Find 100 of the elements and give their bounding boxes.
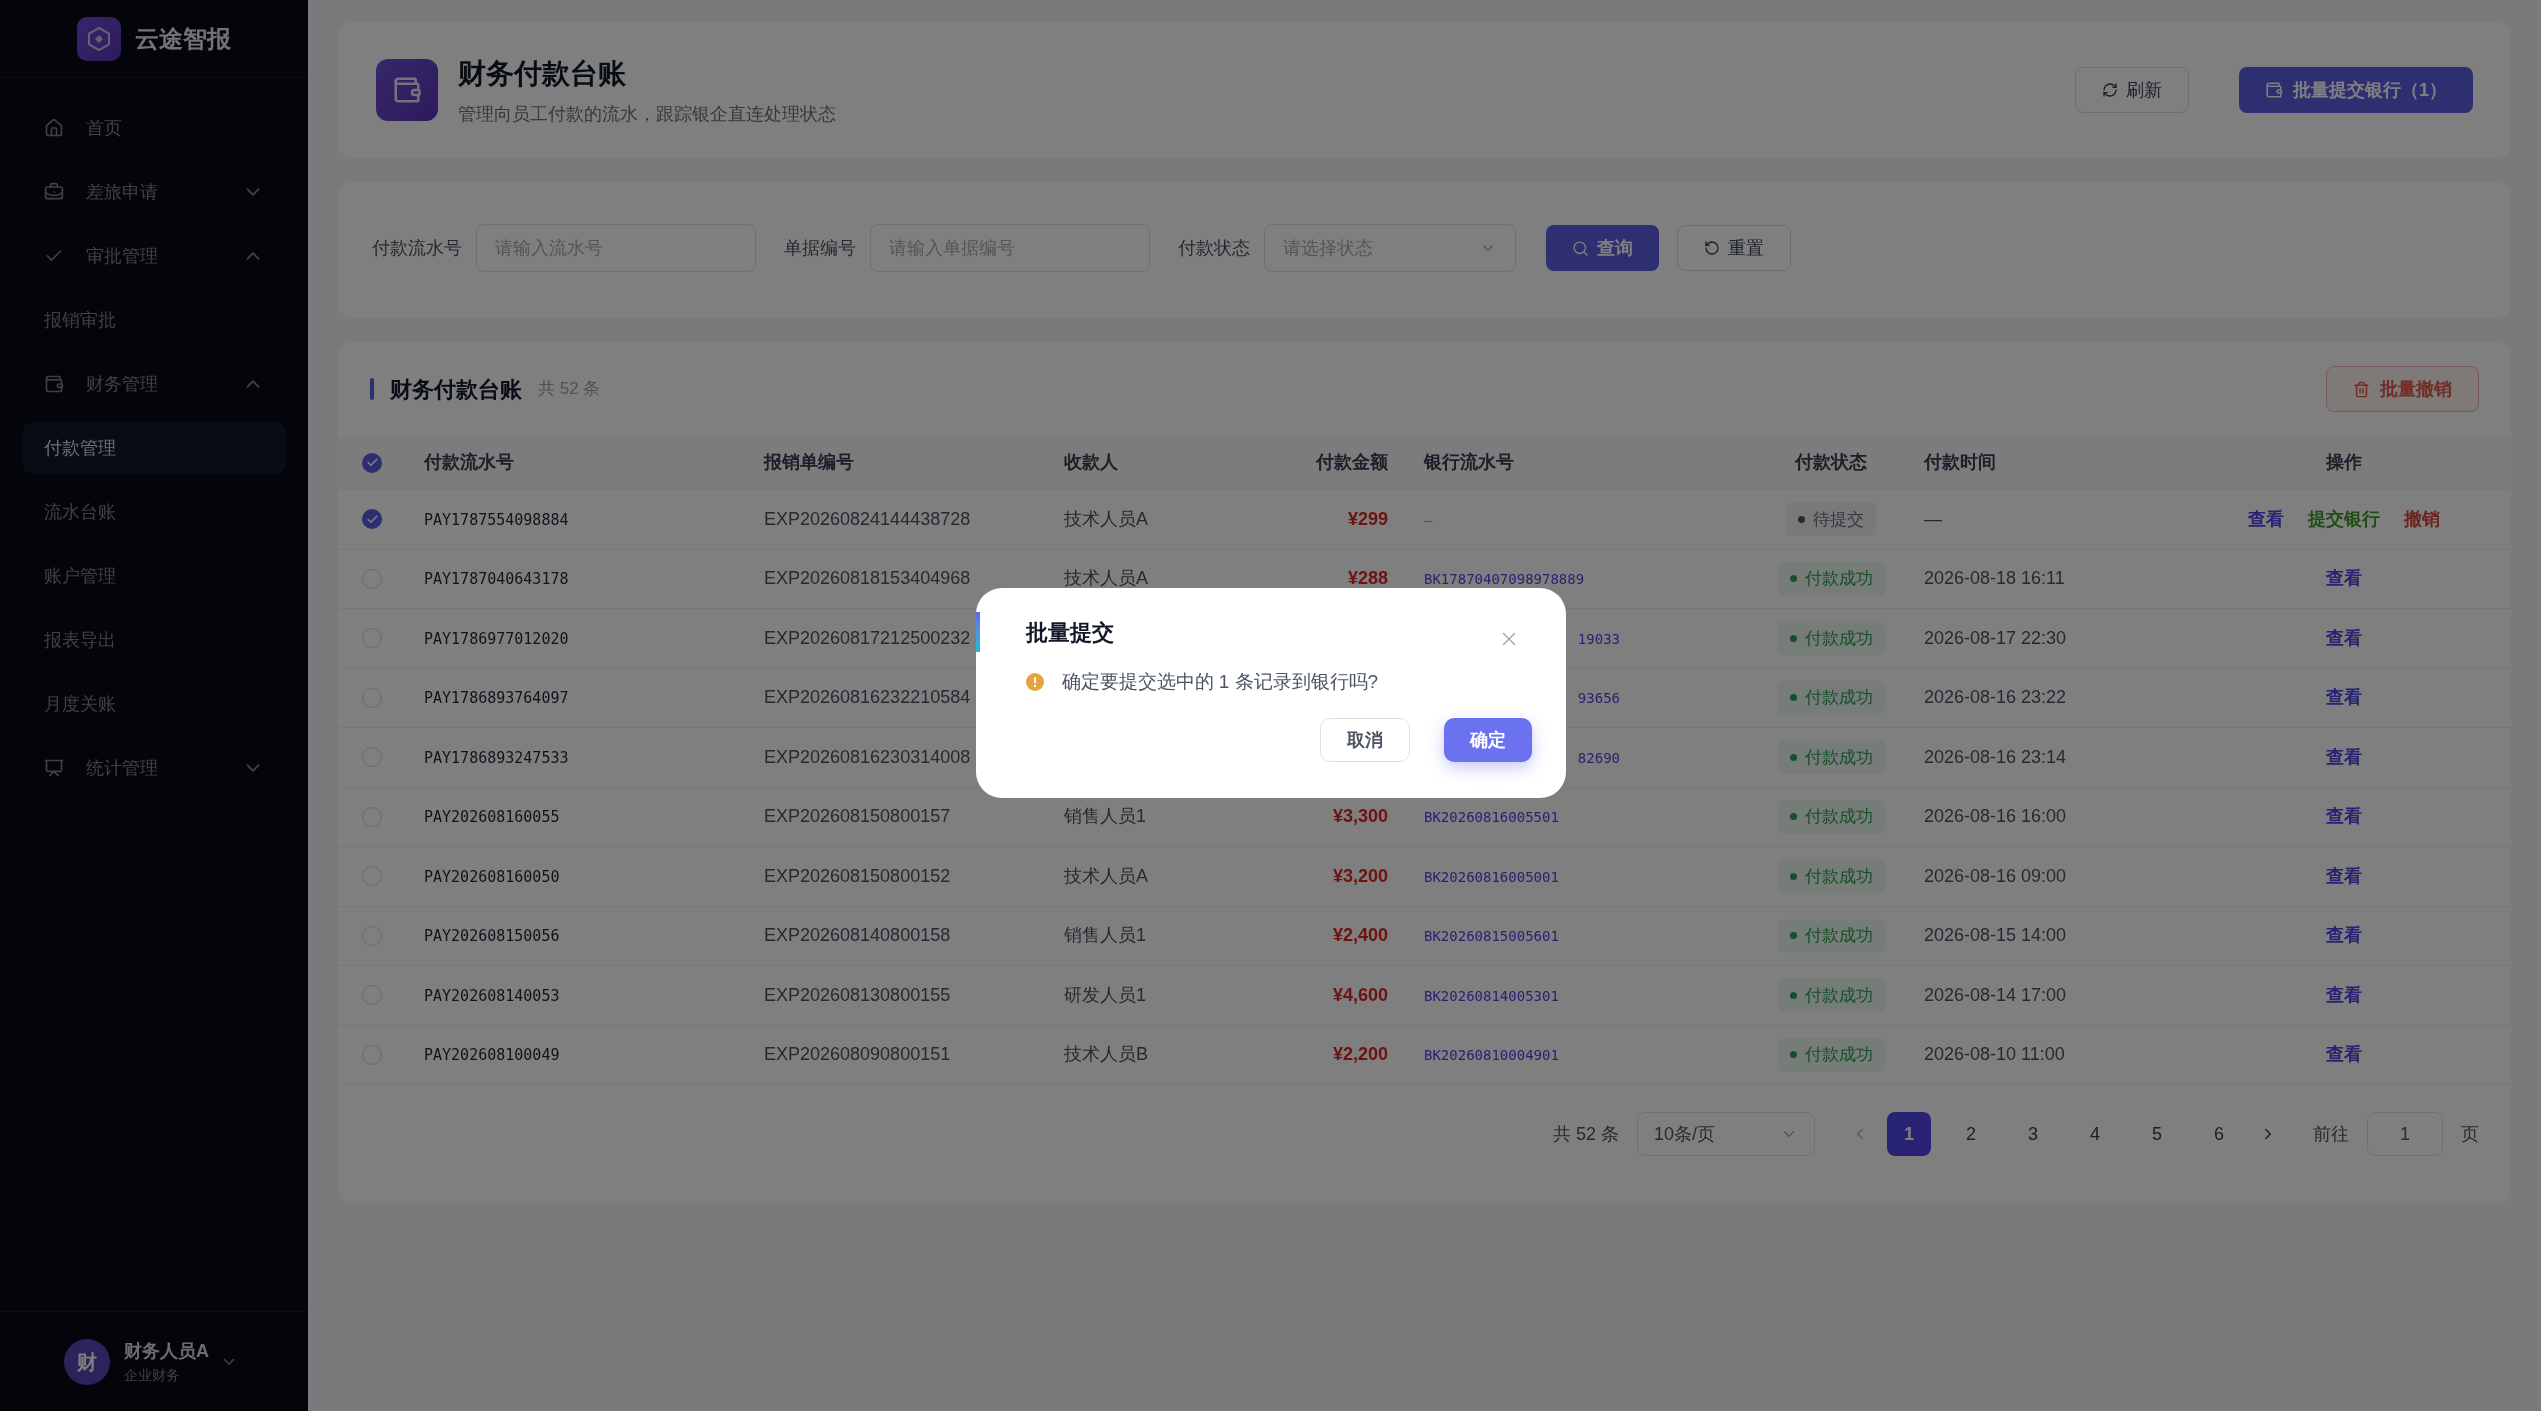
table-cell: PAY1787554098884 bbox=[424, 510, 569, 529]
sidebar-item[interactable]: 首页 bbox=[22, 102, 286, 154]
sidebar-item[interactable]: 审批管理 bbox=[22, 230, 286, 282]
page-size-select[interactable]: 10条/页 bbox=[1637, 1112, 1815, 1156]
bank-serial: BK17870407098978889 bbox=[1424, 571, 1585, 588]
sidebar-item[interactable]: 流水台账 bbox=[22, 486, 286, 538]
table-cell: 2026-08-15 14:00 bbox=[1924, 925, 2067, 946]
wallet-icon bbox=[2265, 81, 2283, 99]
table-cell: 2026-08-10 11:00 bbox=[1924, 1044, 2065, 1065]
submit-bank-link[interactable]: 提交银行 bbox=[2307, 505, 2380, 533]
trash-icon bbox=[2353, 380, 2370, 398]
page-button[interactable]: 2 bbox=[1949, 1112, 1993, 1156]
sidebar-item[interactable]: 报销审批 bbox=[22, 294, 286, 346]
page-input[interactable]: 1 bbox=[2367, 1112, 2443, 1156]
status-badge: 付款成功 bbox=[1777, 1037, 1885, 1072]
check-icon bbox=[365, 512, 379, 526]
table-cell: 2026-08-16 09:00 bbox=[1924, 865, 2067, 886]
page-suffix: 页 bbox=[2461, 1122, 2479, 1146]
column-header: 银行流水号 bbox=[1424, 452, 1514, 472]
sidebar-item[interactable]: 差旅申请 bbox=[22, 166, 286, 218]
page-subtitle: 管理向员工付款的流水，跟踪银企直连处理状态 bbox=[458, 102, 837, 126]
page-button[interactable]: 4 bbox=[2073, 1112, 2117, 1156]
view-link[interactable]: 查看 bbox=[2325, 743, 2362, 771]
search-button[interactable]: 查询 bbox=[1546, 225, 1659, 271]
table-cell: 2026-08-16 23:14 bbox=[1924, 746, 2067, 767]
view-link[interactable]: 查看 bbox=[2325, 624, 2362, 652]
bank-serial: BK20260814005301 bbox=[1424, 987, 1559, 1004]
page-button[interactable]: 1 bbox=[1887, 1112, 1931, 1156]
table-title: 财务付款台账 bbox=[390, 375, 522, 404]
user-avatar: 财 bbox=[64, 1338, 110, 1385]
row-checkbox[interactable] bbox=[362, 452, 382, 473]
status-badge: 付款成功 bbox=[1777, 799, 1885, 834]
page-button[interactable]: 5 bbox=[2135, 1112, 2179, 1156]
status-badge: 待提交 bbox=[1786, 502, 1876, 537]
sidebar-item[interactable]: 付款管理 bbox=[22, 422, 286, 474]
table-cell: EXP202608130800155 bbox=[764, 984, 951, 1005]
sidebar-item[interactable]: 财务管理 bbox=[22, 358, 286, 410]
confirm-button[interactable]: 确定 bbox=[1443, 718, 1532, 762]
presentation-icon bbox=[44, 758, 64, 778]
view-link[interactable]: 查看 bbox=[2247, 505, 2284, 533]
table-cell: PAY1786893764097 bbox=[424, 689, 569, 708]
sidebar-item[interactable]: 报表导出 bbox=[22, 614, 286, 666]
view-link[interactable]: 查看 bbox=[2325, 803, 2362, 831]
column-header: 付款流水号 bbox=[424, 452, 514, 472]
cancel-button[interactable]: 取消 bbox=[1319, 718, 1410, 762]
column-header: 付款状态 bbox=[1795, 452, 1867, 472]
view-link[interactable]: 查看 bbox=[2325, 565, 2362, 593]
wallet-icon bbox=[376, 59, 438, 121]
table-cell: 技术人员A bbox=[1064, 508, 1148, 529]
table-cell: PAY1786977012020 bbox=[424, 629, 569, 648]
table-cell: — bbox=[1924, 508, 1942, 529]
sidebar-item[interactable]: 统计管理 bbox=[22, 742, 286, 794]
row-checkbox[interactable] bbox=[362, 509, 382, 530]
brand-name: 云途智报 bbox=[135, 23, 231, 54]
view-link[interactable]: 查看 bbox=[2325, 981, 2362, 1009]
amount-cell: ¥4,600 bbox=[1332, 984, 1388, 1005]
batch-submit-button[interactable]: 批量提交银行（1） bbox=[2239, 67, 2473, 113]
amount-cell: ¥2,200 bbox=[1332, 1044, 1388, 1065]
bank-serial: BK20260816005001 bbox=[1424, 868, 1559, 885]
page-button[interactable]: 3 bbox=[2011, 1112, 2055, 1156]
filter-label: 付款状态 bbox=[1178, 236, 1250, 260]
table-cell: PAY202608150056 bbox=[424, 927, 560, 946]
status-badge: 付款成功 bbox=[1777, 680, 1885, 715]
page-title: 财务付款台账 bbox=[458, 56, 627, 91]
table-cell: PAY1787040643178 bbox=[424, 570, 569, 589]
user-name: 财务人员A bbox=[124, 1339, 209, 1363]
table-cell: EXP202608090800151 bbox=[764, 1044, 951, 1065]
table-cell: 2026-08-18 16:11 bbox=[1924, 568, 2065, 589]
table-cell: 销售人员1 bbox=[1064, 925, 1146, 946]
pagination-total: 共 52 条 bbox=[1552, 1122, 1619, 1146]
reset-button[interactable]: 重置 bbox=[1677, 225, 1791, 271]
table-cell: EXP20260824144438728 bbox=[764, 508, 971, 529]
bank-serial: BK20260816005501 bbox=[1424, 809, 1559, 826]
column-header: 操作 bbox=[2325, 452, 2362, 472]
bank-serial: 19033 bbox=[1577, 630, 1620, 647]
table-cell: PAY202608160050 bbox=[424, 867, 560, 886]
sidebar-item[interactable]: 月度关账 bbox=[22, 678, 286, 730]
table-cell: 研发人员1 bbox=[1064, 984, 1146, 1005]
reset-icon bbox=[1704, 240, 1720, 256]
batch-cancel-button[interactable]: 批量撤销 bbox=[2326, 366, 2479, 412]
refresh-button[interactable]: 刷新 bbox=[2075, 67, 2189, 113]
column-header: 报销单编号 bbox=[764, 452, 854, 472]
view-link[interactable]: 查看 bbox=[2325, 684, 2362, 712]
sidebar-item[interactable]: 账户管理 bbox=[22, 550, 286, 602]
bank-serial: 82690 bbox=[1577, 749, 1620, 766]
table-cell: 2026-08-14 17:00 bbox=[1924, 984, 2067, 1005]
status-badge: 付款成功 bbox=[1777, 740, 1885, 775]
table-cell: PAY1786893247533 bbox=[424, 748, 569, 767]
filter-label: 单据编号 bbox=[784, 236, 856, 260]
status-badge: 付款成功 bbox=[1777, 859, 1885, 894]
filter-label: 付款流水号 bbox=[372, 236, 462, 260]
bank-serial: BK20260815005601 bbox=[1424, 928, 1559, 945]
view-link[interactable]: 查看 bbox=[2325, 1041, 2362, 1069]
table-cell: PAY202608140053 bbox=[424, 986, 560, 1005]
table-cell: EXP20260816230314008 bbox=[764, 746, 971, 767]
revoke-link[interactable]: 撤销 bbox=[2403, 505, 2440, 533]
view-link[interactable]: 查看 bbox=[2325, 862, 2362, 890]
view-link[interactable]: 查看 bbox=[2325, 922, 2362, 950]
warning-icon bbox=[1025, 672, 1044, 691]
page-button[interactable]: 6 bbox=[2197, 1112, 2241, 1156]
